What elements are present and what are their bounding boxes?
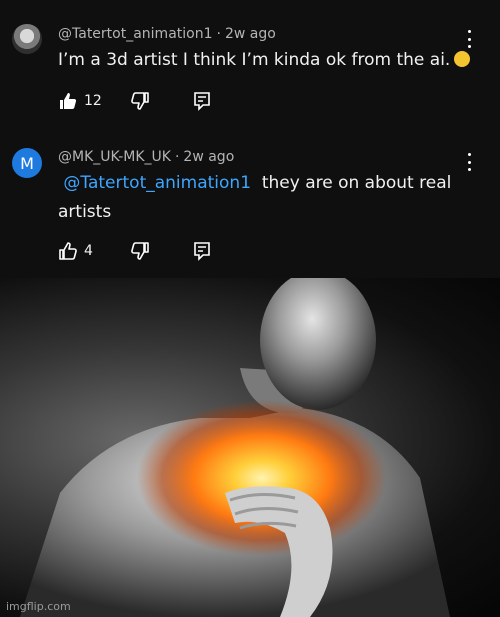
dislike-icon[interactable] (130, 91, 150, 115)
like-outline-icon[interactable] (58, 241, 78, 261)
comments-section: @Tatertot_animation1 · 2w ago I’m a 3d art… (0, 0, 500, 278)
like-count: 12 (84, 93, 102, 109)
comment-time: 2w ago (183, 149, 235, 165)
comment-meta: @Tatertot_animation1 · 2w ago (58, 26, 276, 42)
meme-image: imgflip.com (0, 278, 500, 617)
comment-body-line2: artists (58, 202, 112, 222)
comment-text: I’m a 3d artist I think I’m kinda ok fro… (58, 46, 471, 75)
comment: @Tatertot_animation1 · 2w ago I’m a 3d art… (0, 0, 500, 135)
chest-glow (137, 400, 387, 556)
comment-body: I’m a 3d artist I think I’m kinda ok fro… (58, 50, 451, 70)
emoji-icon (454, 51, 471, 67)
meta-separator: · (216, 26, 221, 42)
more-options-icon[interactable] (464, 153, 474, 171)
comment-text: @Tatertot_animation1 they are on about r… (58, 169, 451, 227)
reply-icon[interactable] (192, 91, 212, 115)
like-count: 4 (84, 243, 93, 259)
comment-time: 2w ago (224, 26, 276, 42)
comment-actions: 4 (58, 239, 93, 263)
person-illustration (20, 278, 450, 617)
dislike-icon[interactable] (130, 241, 150, 265)
avatar-letter: M (20, 153, 34, 173)
comment-line: @Tatertot_animation1 they are on about r… (58, 169, 451, 198)
comment-author[interactable]: @Tatertot_animation1 (58, 26, 213, 42)
comment: M @MK_UK-MK_UK · 2w ago @Tatertot_animatio… (0, 135, 500, 278)
avatar[interactable] (12, 24, 42, 54)
avatar[interactable]: M (12, 148, 42, 178)
reply-icon[interactable] (192, 241, 212, 265)
comment-author[interactable]: @MK_UK-MK_UK (58, 149, 171, 165)
watermark: imgflip.com (6, 600, 71, 613)
comment-body: they are on about real (261, 173, 452, 193)
mention-link[interactable]: @Tatertot_animation1 (63, 173, 251, 193)
comment-actions: 12 (58, 89, 102, 113)
comment-meta: @MK_UK-MK_UK · 2w ago (58, 149, 234, 165)
screen: @Tatertot_animation1 · 2w ago I’m a 3d art… (0, 0, 500, 617)
meta-separator: · (174, 149, 180, 165)
like-filled-icon[interactable] (58, 91, 78, 111)
more-options-icon[interactable] (464, 30, 474, 48)
